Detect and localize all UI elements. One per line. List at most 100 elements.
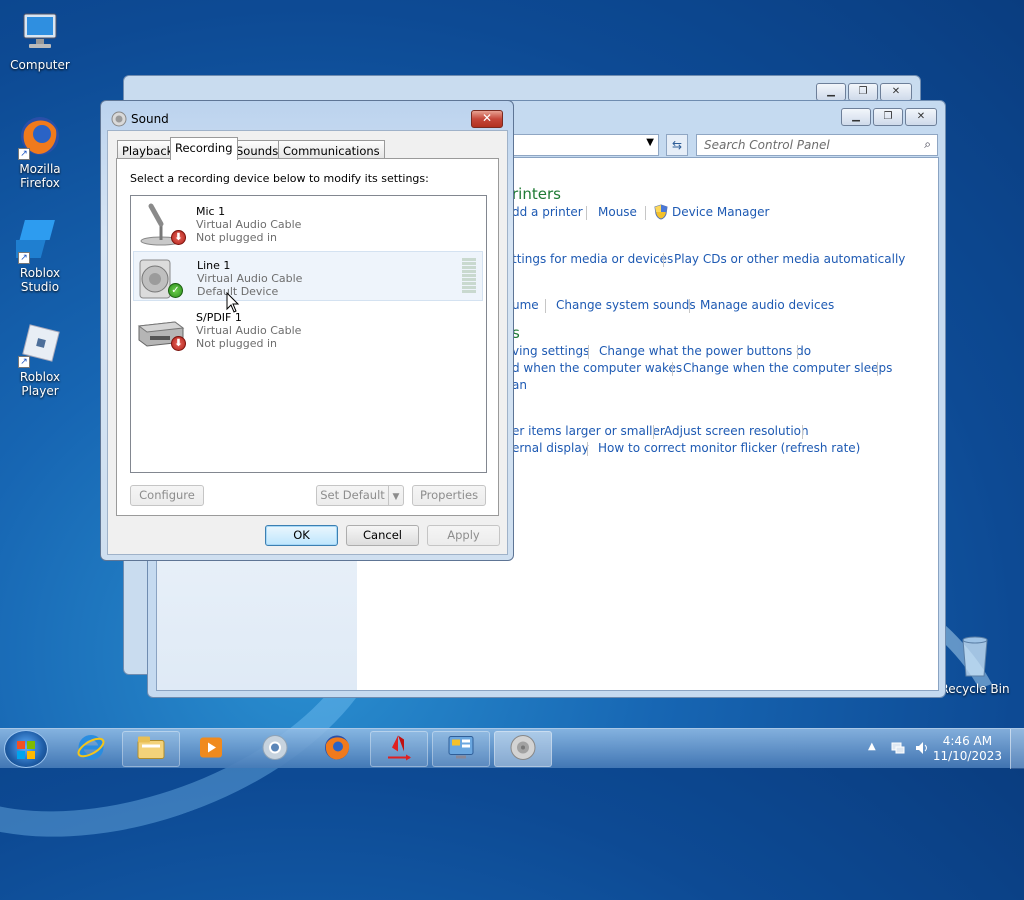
roblox-player-icon: ↗ (16, 320, 64, 368)
link-separator (672, 362, 673, 376)
taskbar-control-panel[interactable] (432, 731, 490, 767)
link-mouse[interactable]: Mouse (598, 205, 637, 219)
link-text-size[interactable]: er items larger or smaller (512, 424, 665, 438)
device-status: Not plugged in (196, 231, 278, 244)
maximize-button[interactable]: ❐ (848, 83, 878, 101)
chevron-down-icon: ▼ (392, 492, 400, 502)
device-name: Line 1 (197, 259, 231, 272)
desktop-icon-recycle-bin[interactable]: Recycle Bin (935, 632, 1015, 696)
link-separator (802, 425, 803, 439)
link-change-system-sounds[interactable]: Change system sounds (556, 298, 696, 312)
level-meter (462, 258, 476, 296)
link-separator (877, 362, 878, 376)
taskbar-media-player[interactable] (182, 731, 240, 767)
spdif-device-icon: ⬇ (135, 308, 187, 352)
maximize-button[interactable]: ❐ (873, 108, 903, 126)
dialog-client-area: Playback Recording Sounds Communications… (107, 130, 508, 555)
device-list[interactable]: ⬇ Mic 1 Virtual Audio Cable Not plugged … (130, 195, 487, 473)
link-separator (645, 206, 646, 220)
sound-dialog[interactable]: Sound ✕ Playback Recording Sounds Commun… (100, 100, 514, 561)
volume-icon[interactable] (914, 740, 930, 759)
folder-icon (136, 735, 166, 764)
roblox-studio-icon: ↗ (10, 216, 64, 264)
taskbar-chrome[interactable] (246, 731, 304, 767)
tab-sounds[interactable]: Sounds (231, 140, 284, 159)
link-computer-wakes[interactable]: d when the computer wakes (512, 361, 682, 375)
link-manage-audio-devices[interactable]: Manage audio devices (700, 298, 834, 312)
list-item-line-1[interactable]: ✓ Line 1 Virtual Audio Cable Default Dev… (133, 251, 483, 301)
apply-button[interactable]: Apply (427, 525, 500, 546)
shield-icon (654, 204, 668, 220)
link-power-plan[interactable]: an (512, 378, 527, 392)
minimize-button[interactable]: ▁ (816, 83, 846, 101)
show-hidden-icons-button[interactable]: ▲ (868, 741, 876, 752)
link-settings-media-devices[interactable]: ttings for media or devices (512, 252, 673, 266)
desktop-icon-roblox-studio[interactable]: ↗ Roblox Studio (0, 216, 80, 294)
taskbar: ▲ 4:46 AM 11/10/2023 (0, 728, 1024, 769)
link-device-manager[interactable]: Device Manager (672, 205, 769, 219)
link-monitor-flicker[interactable]: How to correct monitor flicker (refresh … (598, 441, 860, 455)
close-button[interactable]: ✕ (471, 110, 503, 128)
search-icon[interactable]: ⌕ (924, 137, 931, 152)
firefox-icon (323, 734, 351, 765)
link-computer-sleeps[interactable]: Change when the computer sleeps (683, 361, 892, 375)
speaker-title-icon (111, 111, 127, 127)
configure-button[interactable]: Configure (130, 485, 204, 506)
section-heading-printers[interactable]: rinters (512, 185, 561, 203)
link-power-buttons[interactable]: Change what the power buttons do (599, 344, 811, 358)
link-add-printer[interactable]: dd a printer (512, 205, 583, 219)
shortcut-arrow-icon: ↗ (18, 148, 30, 160)
list-item-spdif-1[interactable]: ⬇ S/PDIF 1 Virtual Audio Cable Not plugg… (133, 304, 483, 354)
set-default-button[interactable]: Set Default (316, 485, 389, 506)
refresh-button[interactable]: ⇆ (666, 134, 688, 156)
search-input[interactable]: Search Control Panel ⌕ (696, 134, 938, 156)
device-driver: Virtual Audio Cable (196, 218, 302, 231)
set-default-dropdown[interactable]: ▼ (388, 485, 404, 506)
address-dropdown-icon[interactable]: ▼ (646, 137, 654, 148)
link-separator (586, 206, 587, 220)
desktop-icon-firefox[interactable]: ↗ Mozilla Firefox (0, 112, 80, 190)
desktop-icon-label: Recycle Bin (940, 682, 1010, 696)
link-power-saving-settings[interactable]: ving settings (512, 344, 589, 358)
dialog-title: Sound (131, 112, 169, 126)
list-item-mic-1[interactable]: ⬇ Mic 1 Virtual Audio Cable Not plugged … (133, 198, 483, 248)
taskbar-firefox[interactable] (308, 731, 366, 767)
red-arrow-app-icon (384, 734, 414, 765)
start-button[interactable] (4, 730, 48, 768)
show-desktop-button[interactable] (1010, 729, 1024, 769)
taskbar-app-red-arrow[interactable] (370, 731, 428, 767)
recycle-bin-icon (951, 632, 999, 680)
cancel-button[interactable]: Cancel (346, 525, 419, 546)
desktop-icon-computer[interactable]: Computer (0, 8, 80, 72)
minimize-button[interactable]: ▁ (841, 108, 871, 126)
properties-button[interactable]: Properties (412, 485, 486, 506)
link-separator (689, 299, 690, 313)
link-play-cds[interactable]: Play CDs or other media automatically (674, 252, 905, 266)
link-external-display[interactable]: ernal display (512, 441, 589, 455)
close-button[interactable]: ✕ (905, 108, 937, 126)
not-plugged-in-icon: ⬇ (171, 336, 186, 351)
speaker-icon (509, 734, 537, 765)
desktop-icon-roblox-player[interactable]: ↗ Roblox Player (0, 320, 80, 398)
tab-communications[interactable]: Communications (278, 140, 385, 159)
ok-button[interactable]: OK (265, 525, 338, 546)
mouse-cursor-icon (226, 291, 240, 314)
close-button[interactable]: ✕ (880, 83, 912, 101)
shortcut-arrow-icon: ↗ (18, 356, 30, 368)
taskbar-sound[interactable] (494, 731, 552, 767)
taskbar-file-explorer[interactable] (122, 731, 180, 767)
tab-recording[interactable]: Recording (170, 137, 238, 160)
recording-tab-panel: Select a recording device below to modif… (116, 158, 499, 516)
microphone-icon: ⬇ (135, 202, 187, 246)
taskbar-internet-explorer[interactable] (62, 731, 120, 767)
chrome-icon (261, 734, 289, 765)
clock-date: 11/10/2023 (932, 749, 1002, 763)
instruction-text: Select a recording device below to modif… (130, 172, 429, 185)
windows-logo-icon (16, 740, 36, 760)
link-volume[interactable]: ume (512, 298, 539, 312)
network-icon[interactable] (890, 740, 906, 759)
system-clock[interactable]: 4:46 AM 11/10/2023 (933, 734, 1002, 764)
link-separator (587, 442, 588, 456)
clock-time: 4:46 AM (942, 734, 993, 748)
link-adjust-resolution[interactable]: Adjust screen resolution (664, 424, 809, 438)
